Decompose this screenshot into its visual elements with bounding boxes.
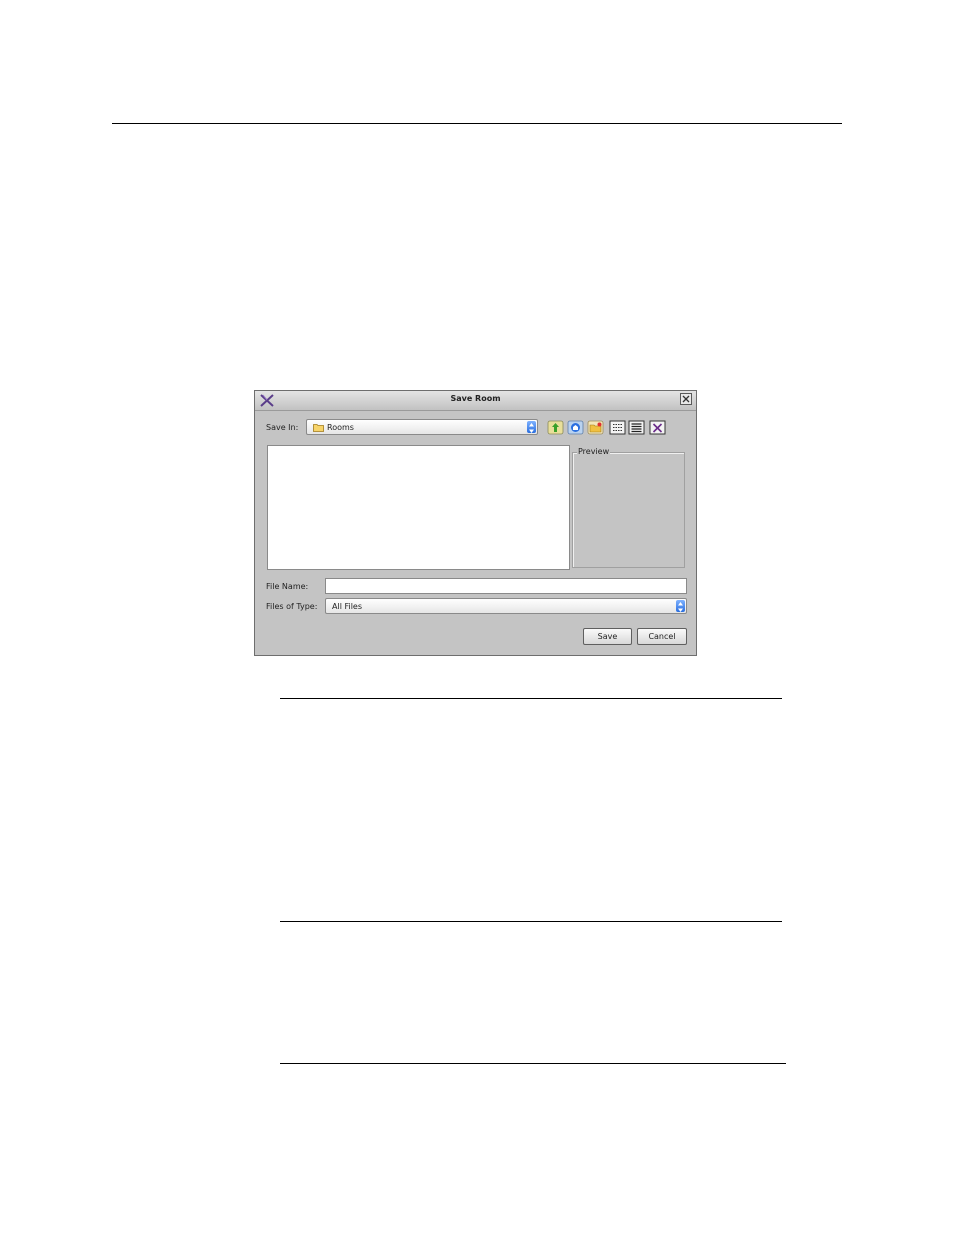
- dialog-title: Save Room: [450, 394, 501, 403]
- document-page: Save Room Save In: Rooms Preview File Na…: [0, 0, 954, 1235]
- save-in-value: Rooms: [327, 423, 354, 432]
- details-view-icon[interactable]: [628, 419, 645, 435]
- header-rule: [112, 123, 842, 124]
- save-in-spinner[interactable]: [527, 421, 536, 433]
- save-in-dropdown[interactable]: Rooms: [306, 419, 538, 435]
- close-button[interactable]: [680, 393, 692, 405]
- home-icon[interactable]: [567, 419, 584, 435]
- dialog-titlebar[interactable]: Save Room: [255, 391, 696, 411]
- save-in-label: Save In:: [266, 423, 299, 432]
- files-of-type-value: All Files: [332, 602, 363, 611]
- folder-icon: [313, 424, 324, 432]
- files-of-type-dropdown[interactable]: All Files: [325, 598, 687, 614]
- files-of-type-spinner[interactable]: [676, 600, 685, 612]
- section-rule-2: [280, 921, 782, 922]
- section-rule-1: [280, 698, 782, 699]
- files-of-type-label: Files of Type:: [266, 602, 318, 611]
- file-name-label: File Name:: [266, 582, 309, 591]
- preview-label: Preview: [577, 447, 611, 456]
- up-folder-icon[interactable]: [547, 419, 564, 435]
- preview-panel: [572, 452, 685, 568]
- updown-arrows-icon: [529, 423, 534, 433]
- file-name-input[interactable]: [325, 578, 687, 594]
- save-room-dialog: Save Room Save In: Rooms Preview File Na…: [254, 390, 697, 656]
- save-button[interactable]: Save: [583, 628, 632, 645]
- section-rule-3: [280, 1063, 786, 1064]
- new-folder-icon[interactable]: [587, 419, 604, 435]
- updown-arrows-icon: [678, 602, 683, 612]
- cancel-button[interactable]: Cancel: [637, 628, 687, 645]
- list-view-icon[interactable]: [609, 419, 626, 435]
- delete-icon[interactable]: [649, 419, 666, 435]
- close-icon: [682, 395, 690, 403]
- file-list[interactable]: [267, 445, 570, 570]
